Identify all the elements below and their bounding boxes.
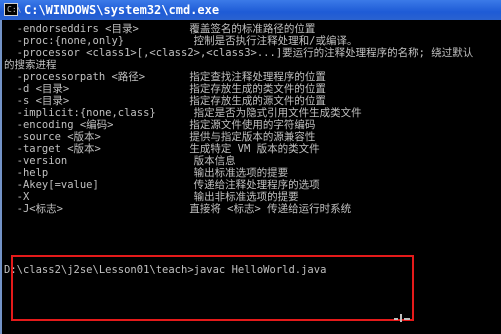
console-line: -Akey[=value] 传递给注释处理程序的选项: [4, 179, 320, 191]
console-line: -d <目录> 指定存放生成的类文件的位置: [4, 83, 326, 95]
console-line: -source <版本> 提供与指定版本的源兼容性: [4, 131, 316, 143]
console-line: -endorseddirs <目录> 覆盖签名的标准路径的位置: [4, 23, 316, 35]
console-output[interactable]: -endorseddirs <目录> 覆盖签名的标准路径的位置 -proc:{n…: [0, 20, 501, 334]
highlight-annotation-box: [11, 255, 414, 321]
window-title: C:\WINDOWS\system32\cmd.exe: [24, 3, 220, 17]
console-line: -target <版本> 生成特定 VM 版本的类文件: [4, 143, 320, 155]
console-line: -s <目录> 指定存放生成的源文件的位置: [4, 95, 326, 107]
console-line: -J<标志> 直接将 <标志> 传递给运行时系统: [4, 203, 352, 215]
console-line: -processorpath <路径> 指定查找注释处理程序的位置: [4, 71, 326, 83]
console-line: -proc:{none,only} 控制是否执行注释处理和/或编译。: [4, 35, 358, 47]
console-line: -help 输出标准选项的提要: [4, 167, 289, 179]
console-icon[interactable]: C:\: [4, 3, 21, 16]
console-line: -version 版本信息: [4, 155, 236, 167]
console-line: -encoding <编码> 指定源文件使用的字符编码: [4, 119, 316, 131]
console-cursor-residue: [394, 314, 412, 324]
console-line: -implicit:{none,class} 指定是否为隐式引用文件生成类文件: [4, 107, 362, 119]
title-bar[interactable]: C:\ C:\WINDOWS\system32\cmd.exe: [0, 0, 501, 20]
console-line: -X 输出非标准选项的提要: [4, 191, 299, 203]
console-line: 的搜索进程: [4, 59, 57, 71]
console-line: -processor <class1>[,<class2>,<class3>..…: [4, 47, 474, 59]
